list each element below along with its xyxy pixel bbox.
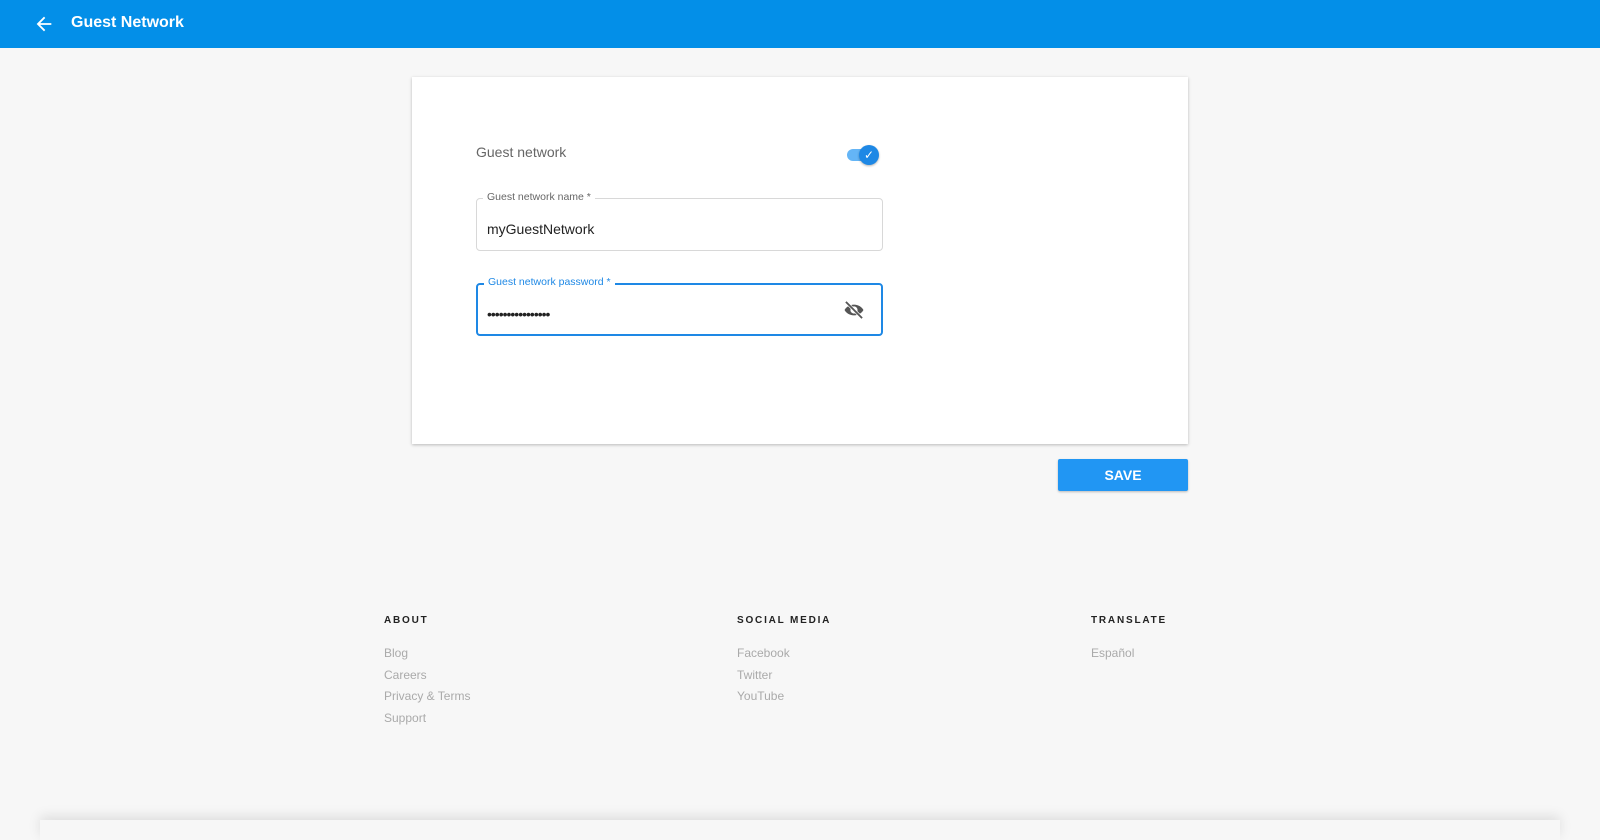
app-bar: Guest Network bbox=[0, 0, 1600, 48]
footer-link-support[interactable]: Support bbox=[384, 711, 470, 733]
footer-heading: SOCIAL MEDIA bbox=[737, 615, 832, 626]
footer-heading: ABOUT bbox=[384, 615, 429, 626]
visibility-off-icon[interactable] bbox=[843, 301, 865, 319]
field-label: Guest network password * bbox=[484, 276, 615, 288]
field-value[interactable]: •••••••••••••••• bbox=[487, 306, 550, 322]
check-icon: ✓ bbox=[859, 145, 879, 165]
field-value[interactable]: myGuestNetwork bbox=[487, 221, 594, 237]
footer-link-espanol[interactable]: Español bbox=[1091, 646, 1167, 668]
footer-link-privacy[interactable]: Privacy & Terms bbox=[384, 689, 470, 711]
guest-network-toggle[interactable]: ✓ bbox=[847, 145, 879, 165]
page-title: Guest Network bbox=[71, 14, 184, 31]
footer-link-twitter[interactable]: Twitter bbox=[737, 668, 831, 690]
field-label: Guest network name * bbox=[483, 191, 595, 203]
footer-about: ABOUT Blog Careers Privacy & Terms Suppo… bbox=[384, 615, 470, 732]
footer-link-careers[interactable]: Careers bbox=[384, 668, 470, 690]
footer-link-blog[interactable]: Blog bbox=[384, 646, 470, 668]
bottom-shadow bbox=[40, 820, 1560, 840]
footer-translate: TRANSLATE Español bbox=[1091, 615, 1167, 668]
guest-network-password-field[interactable]: Guest network password * •••••••••••••••… bbox=[476, 276, 883, 336]
footer-link-facebook[interactable]: Facebook bbox=[737, 646, 831, 668]
arrow-left-icon[interactable] bbox=[33, 13, 55, 35]
footer-link-youtube[interactable]: YouTube bbox=[737, 689, 831, 711]
guest-network-name-field[interactable]: Guest network name * myGuestNetwork bbox=[476, 191, 883, 251]
save-button[interactable]: SAVE bbox=[1058, 459, 1188, 491]
guest-network-label: Guest network bbox=[476, 144, 567, 160]
footer-heading: TRANSLATE bbox=[1091, 615, 1168, 626]
settings-card: Guest network ✓ Guest network name * myG… bbox=[412, 77, 1188, 444]
footer-social: SOCIAL MEDIA Facebook Twitter YouTube bbox=[737, 615, 831, 711]
